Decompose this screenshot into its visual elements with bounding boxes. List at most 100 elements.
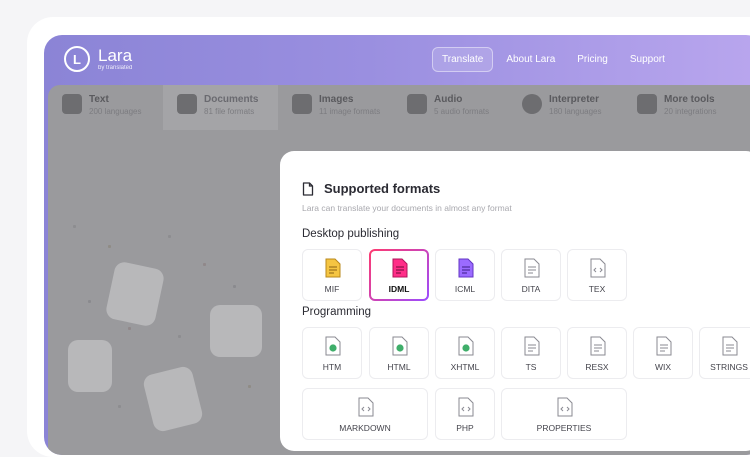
- format-label: IDML: [388, 284, 410, 294]
- tab-more-tools-labels: More tools 20 integrations: [664, 94, 716, 116]
- tab-documents-labels: Documents 81 file formats: [204, 94, 258, 116]
- file-icon: [656, 336, 672, 356]
- confetti-dot: [108, 245, 111, 248]
- tab-images[interactable]: Images 11 image formats: [278, 85, 393, 130]
- section-desktop-publishing: Desktop publishing: [302, 228, 400, 240]
- menu-pricing[interactable]: Pricing: [568, 48, 617, 71]
- file-icon: [524, 336, 540, 356]
- top-nav: L Lara by translated Translate About Lar…: [44, 35, 750, 85]
- format-idml[interactable]: IDML: [369, 249, 429, 301]
- image-icon: [292, 94, 312, 114]
- tab-subtitle: 20 integrations: [664, 107, 717, 116]
- format-mif[interactable]: MIF: [302, 249, 362, 301]
- tab-title: More tools: [664, 94, 715, 105]
- web-file-icon: [392, 336, 408, 356]
- format-label: MIF: [324, 284, 340, 294]
- supported-formats-modal: Supported formats Lara can translate you…: [280, 151, 750, 451]
- logo-name: Lara: [98, 46, 133, 65]
- modal-title-text: Supported formats: [324, 181, 441, 196]
- format-htm[interactable]: HTM: [302, 327, 362, 379]
- tab-text[interactable]: Text 200 languages: [48, 85, 163, 130]
- file-icon: [392, 258, 408, 278]
- sheet-illustration-icon: [141, 364, 205, 434]
- lara-logo[interactable]: L Lara by translated: [64, 46, 132, 72]
- tab-interpreter-labels: Interpreter 180 languages: [549, 94, 602, 116]
- web-file-icon: [458, 336, 474, 356]
- tab-title: Images: [319, 94, 354, 105]
- format-label: DITA: [521, 284, 541, 294]
- format-markdown[interactable]: MARKDOWN: [302, 388, 428, 440]
- tab-title: Documents: [204, 94, 259, 105]
- tab-subtitle: 180 languages: [549, 107, 602, 116]
- tab-subtitle: 11 image formats: [319, 107, 381, 116]
- code-file-icon: [590, 258, 606, 278]
- tab-subtitle: 5 audio formats: [434, 107, 490, 116]
- format-strings[interactable]: STRINGS: [699, 327, 750, 379]
- text-icon: [62, 94, 82, 114]
- format-label: RESX: [585, 362, 609, 372]
- file-icon: [722, 336, 738, 356]
- confetti-dot: [88, 300, 91, 303]
- tab-images-labels: Images 11 image formats: [319, 94, 380, 116]
- interpreter-icon: [522, 94, 542, 114]
- lara-logo-icon: L: [64, 46, 90, 72]
- tab-documents[interactable]: Documents 81 file formats: [163, 85, 278, 130]
- envelope-illustration-icon: [210, 305, 262, 357]
- file-icon: [325, 258, 341, 278]
- format-label: HTML: [387, 362, 411, 372]
- code-file-icon: [358, 397, 374, 417]
- format-label: HTM: [322, 362, 342, 372]
- file-icon: [524, 258, 540, 278]
- format-php[interactable]: PHP: [435, 388, 495, 440]
- tab-more-tools[interactable]: More tools 20 integrations: [623, 85, 738, 130]
- tab-subtitle: 200 languages: [89, 107, 142, 116]
- web-file-icon: [325, 336, 341, 356]
- tools-icon: [637, 94, 657, 114]
- note-illustration-icon: [68, 340, 112, 392]
- format-label: STRINGS: [710, 362, 748, 372]
- modal-title: Supported formats: [302, 181, 440, 196]
- main-menu: Translate About Lara Pricing Support: [432, 47, 678, 72]
- tab-audio[interactable]: Audio 5 audio formats: [393, 85, 508, 130]
- file-icon: [458, 258, 474, 278]
- section-programming: Programming: [302, 306, 372, 318]
- code-file-icon: [458, 397, 474, 417]
- confetti-dot: [128, 327, 131, 330]
- confetti-dot: [248, 385, 251, 388]
- format-label: TEX: [588, 284, 606, 294]
- format-xhtml[interactable]: XHTML: [435, 327, 495, 379]
- mode-tabs: Text 200 languages Documents 81 file forma…: [48, 85, 750, 130]
- format-properties[interactable]: PROPERTIES: [501, 388, 627, 440]
- confetti-dot: [203, 263, 206, 266]
- tab-audio-labels: Audio 5 audio formats: [434, 94, 489, 116]
- confetti-dot: [73, 225, 76, 228]
- logo-text: Lara by translated: [98, 47, 132, 71]
- modal-subtitle: Lara can translate your documents in alm…: [302, 203, 512, 213]
- confetti-dot: [178, 335, 181, 338]
- format-tex[interactable]: TEX: [567, 249, 627, 301]
- code-file-icon: [557, 397, 573, 417]
- menu-about-lara[interactable]: About Lara: [497, 48, 564, 71]
- format-label: WIX: [654, 362, 672, 372]
- menu-translate[interactable]: Translate: [432, 47, 494, 72]
- tab-subtitle: 81 file formats: [204, 107, 255, 116]
- menu-support[interactable]: Support: [621, 48, 674, 71]
- format-label: ICML: [454, 284, 476, 294]
- format-icml[interactable]: ICML: [435, 249, 495, 301]
- confetti-dot: [168, 235, 171, 238]
- format-resx[interactable]: RESX: [567, 327, 627, 379]
- format-label: TS: [525, 362, 537, 372]
- document-illustration-icon: [104, 260, 166, 328]
- format-ts[interactable]: TS: [501, 327, 561, 379]
- file-icon: [590, 336, 606, 356]
- format-label: XHTML: [450, 362, 480, 372]
- format-wix[interactable]: WIX: [633, 327, 693, 379]
- tab-title: Interpreter: [549, 94, 600, 105]
- tab-interpreter[interactable]: Interpreter 180 languages: [508, 85, 623, 130]
- format-dita[interactable]: DITA: [501, 249, 561, 301]
- format-html[interactable]: HTML: [369, 327, 429, 379]
- document-icon: [177, 94, 197, 114]
- tab-text-labels: Text 200 languages: [89, 94, 142, 116]
- document-icon: [302, 181, 314, 196]
- confetti-dot: [118, 405, 121, 408]
